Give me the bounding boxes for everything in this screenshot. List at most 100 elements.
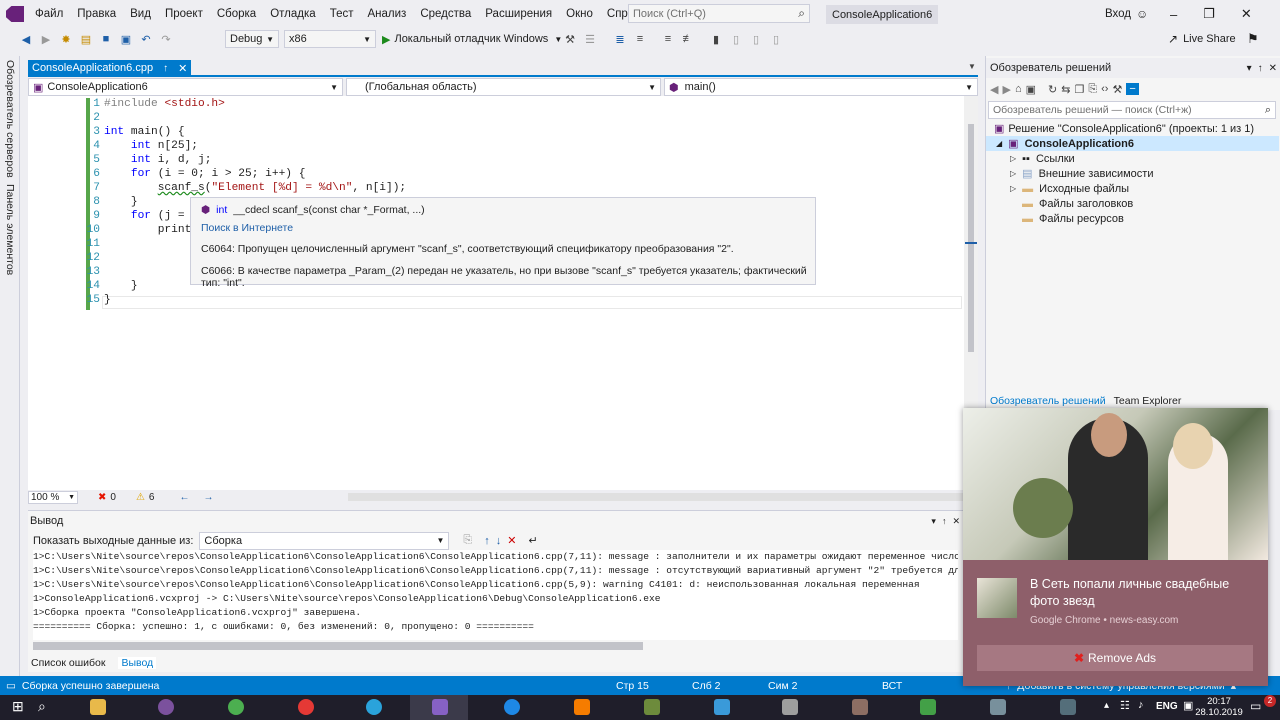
tab-solution-explorer[interactable]: Обозреватель решений (990, 395, 1106, 407)
pin-icon[interactable]: ↑ (942, 516, 947, 526)
error-icon[interactable]: ✖ (98, 492, 106, 503)
menu-analyze[interactable]: Анализ (360, 0, 413, 28)
back-icon[interactable]: ◀ (18, 31, 34, 47)
menu-project[interactable]: Проект (158, 0, 210, 28)
app-icon[interactable] (782, 699, 798, 715)
configuration-dropdown[interactable]: Debug ▼ (225, 30, 279, 48)
toolbar-tool-icon[interactable]: ≡ (632, 31, 648, 47)
network-icon[interactable]: ☷ (1120, 699, 1130, 712)
menu-file[interactable]: Файл (28, 0, 70, 28)
language-indicator[interactable]: ENG (1156, 701, 1178, 712)
sync-icon[interactable]: ⇆ (1061, 83, 1070, 96)
close-tab-icon[interactable]: ✕ (178, 62, 187, 75)
prev-bookmark-icon[interactable]: ▯ (728, 31, 744, 47)
previous-issue-icon[interactable]: ← (179, 492, 189, 503)
start-icon[interactable]: ⊞ (12, 698, 24, 715)
dropdown-icon[interactable]: ▾ (1247, 63, 1252, 74)
search-icon[interactable]: ⌕ (38, 698, 46, 715)
home-icon[interactable]: ⌂ (1015, 83, 1022, 95)
toolbar-tool-icon[interactable]: ⚒ (562, 31, 578, 47)
restore-icon[interactable]: ❐ (1203, 6, 1215, 22)
save-icon[interactable]: ■ (98, 31, 114, 47)
scrollbar-thumb[interactable] (968, 124, 974, 352)
menu-edit[interactable]: Правка (70, 0, 123, 28)
app-icon[interactable] (920, 699, 936, 715)
close-icon[interactable]: ✕ (1241, 6, 1252, 22)
minimize-icon[interactable]: – (1170, 7, 1177, 22)
warning-icon[interactable]: ⚠ (136, 492, 145, 503)
app-icon[interactable] (852, 699, 868, 715)
close-icon[interactable]: ✕ (952, 516, 960, 527)
visual-studio-icon[interactable] (432, 699, 448, 715)
output-text-area[interactable]: 1>C:\Users\Nite\source\repos\ConsoleAppl… (33, 550, 958, 640)
forward-icon[interactable]: ▶ (38, 31, 54, 47)
platform-dropdown[interactable]: x86 ▼ (284, 30, 376, 48)
search-online-link[interactable]: Поиск в Интернете (201, 222, 293, 234)
member-nav-dropdown[interactable]: ⬢ main() ▼ (664, 78, 978, 96)
menu-test[interactable]: Тест (323, 0, 361, 28)
tree-item-references[interactable]: ▷ ▪▪ Ссылки (1010, 151, 1075, 166)
uncomment-icon[interactable]: ≢ (680, 31, 696, 47)
collapse-arrow-icon[interactable]: ▷ (1010, 184, 1016, 193)
new-project-icon[interactable]: ✸ (58, 31, 74, 47)
editor-horizontal-scrollbar[interactable] (348, 493, 978, 501)
properties-icon[interactable]: ⚒ (1112, 83, 1122, 96)
word-wrap-icon[interactable]: ↵ (528, 534, 537, 547)
app-icon[interactable] (714, 699, 730, 715)
menu-extensions[interactable]: Расширения (478, 0, 559, 28)
output-source-dropdown[interactable]: Сборка ▼ (199, 531, 450, 550)
switch-views-icon[interactable]: ▣ (1026, 83, 1036, 96)
view-code-icon[interactable]: ‹› (1101, 83, 1108, 95)
sublime-icon[interactable] (574, 699, 590, 715)
collapse-arrow-icon[interactable]: ▷ (1010, 154, 1016, 163)
collapse-all-icon[interactable]: ❐ (1074, 83, 1084, 96)
tray-overflow-icon[interactable]: ▴ (1104, 700, 1109, 711)
save-all-icon[interactable]: ▣ (118, 31, 134, 47)
next-bookmark-icon[interactable]: ▯ (748, 31, 764, 47)
dropdown-icon[interactable]: ▾ (931, 516, 936, 527)
solution-search-input[interactable]: Обозреватель решений — поиск (Ctrl+ж) ⌕ (988, 101, 1276, 119)
undo-icon[interactable]: ↶ (138, 31, 154, 47)
feedback-icon[interactable]: ⚑ (1247, 31, 1259, 47)
tree-item-external-deps[interactable]: ▷ ▤ Внешние зависимости (1010, 166, 1153, 181)
next-issue-icon[interactable]: → (203, 492, 213, 503)
app-icon[interactable] (504, 699, 520, 715)
menu-window[interactable]: Окно (559, 0, 600, 28)
back-icon[interactable]: ◀ (990, 83, 998, 96)
forward-icon[interactable]: ▶ (1002, 83, 1010, 96)
clear-all-icon[interactable]: ✕ (507, 534, 516, 547)
clear-bookmarks-icon[interactable]: ▯ (768, 31, 784, 47)
code-editor[interactable]: 1 #include <stdio.h> 2 3 int main() { 4 in… (28, 96, 978, 490)
tree-item-source-files[interactable]: ▷ ▬ Исходные файлы (1010, 181, 1129, 196)
toolbar-tool-icon[interactable]: ☰ (582, 31, 598, 47)
start-debugging-button[interactable]: ▶ Локальный отладчик Windows ▼ (382, 30, 562, 48)
open-folder-icon[interactable]: ▤ (78, 31, 94, 47)
tab-overflow-icon[interactable]: ▼ (968, 62, 976, 71)
next-message-icon[interactable]: ↓ (496, 535, 502, 547)
output-horizontal-scrollbar[interactable] (33, 642, 643, 650)
tree-item-resource-files[interactable]: ▬ Файлы ресурсов (1022, 211, 1124, 226)
ad-popup[interactable]: В Сеть попали личные свадебные фото звез… (963, 408, 1268, 686)
pin-icon[interactable]: ↑ (163, 63, 168, 74)
collapse-arrow-icon[interactable]: ▷ (1010, 169, 1016, 178)
menu-debug[interactable]: Отладка (263, 0, 322, 28)
menu-view[interactable]: Вид (123, 0, 158, 28)
toolbox-tab[interactable]: Панель элементов (4, 184, 16, 275)
chrome-icon[interactable] (228, 699, 244, 715)
opera-icon[interactable] (298, 699, 314, 715)
bookmark-icon[interactable]: ▮ (708, 31, 724, 47)
notifications-icon[interactable]: ▭ (1250, 699, 1261, 713)
show-all-files-icon[interactable]: ⎘ (1088, 83, 1097, 96)
telegram-icon[interactable] (366, 699, 382, 715)
viber-icon[interactable] (158, 699, 174, 715)
preview-icon[interactable]: − (1126, 83, 1139, 95)
scope-nav-dropdown[interactable]: (Глобальная область) ▼ (346, 78, 661, 96)
signin-link[interactable]: Вход ☺ (1105, 0, 1148, 28)
pin-icon[interactable]: ↑ (1258, 63, 1263, 74)
tab-error-list[interactable]: Список ошибок (28, 657, 108, 669)
tray-icon[interactable]: ▣ (1183, 699, 1193, 712)
file-explorer-icon[interactable] (90, 699, 106, 715)
close-icon[interactable]: ✕ (1269, 63, 1277, 74)
volume-icon[interactable]: ♪ (1138, 699, 1144, 711)
expand-arrow-icon[interactable]: ◢ (996, 139, 1002, 148)
